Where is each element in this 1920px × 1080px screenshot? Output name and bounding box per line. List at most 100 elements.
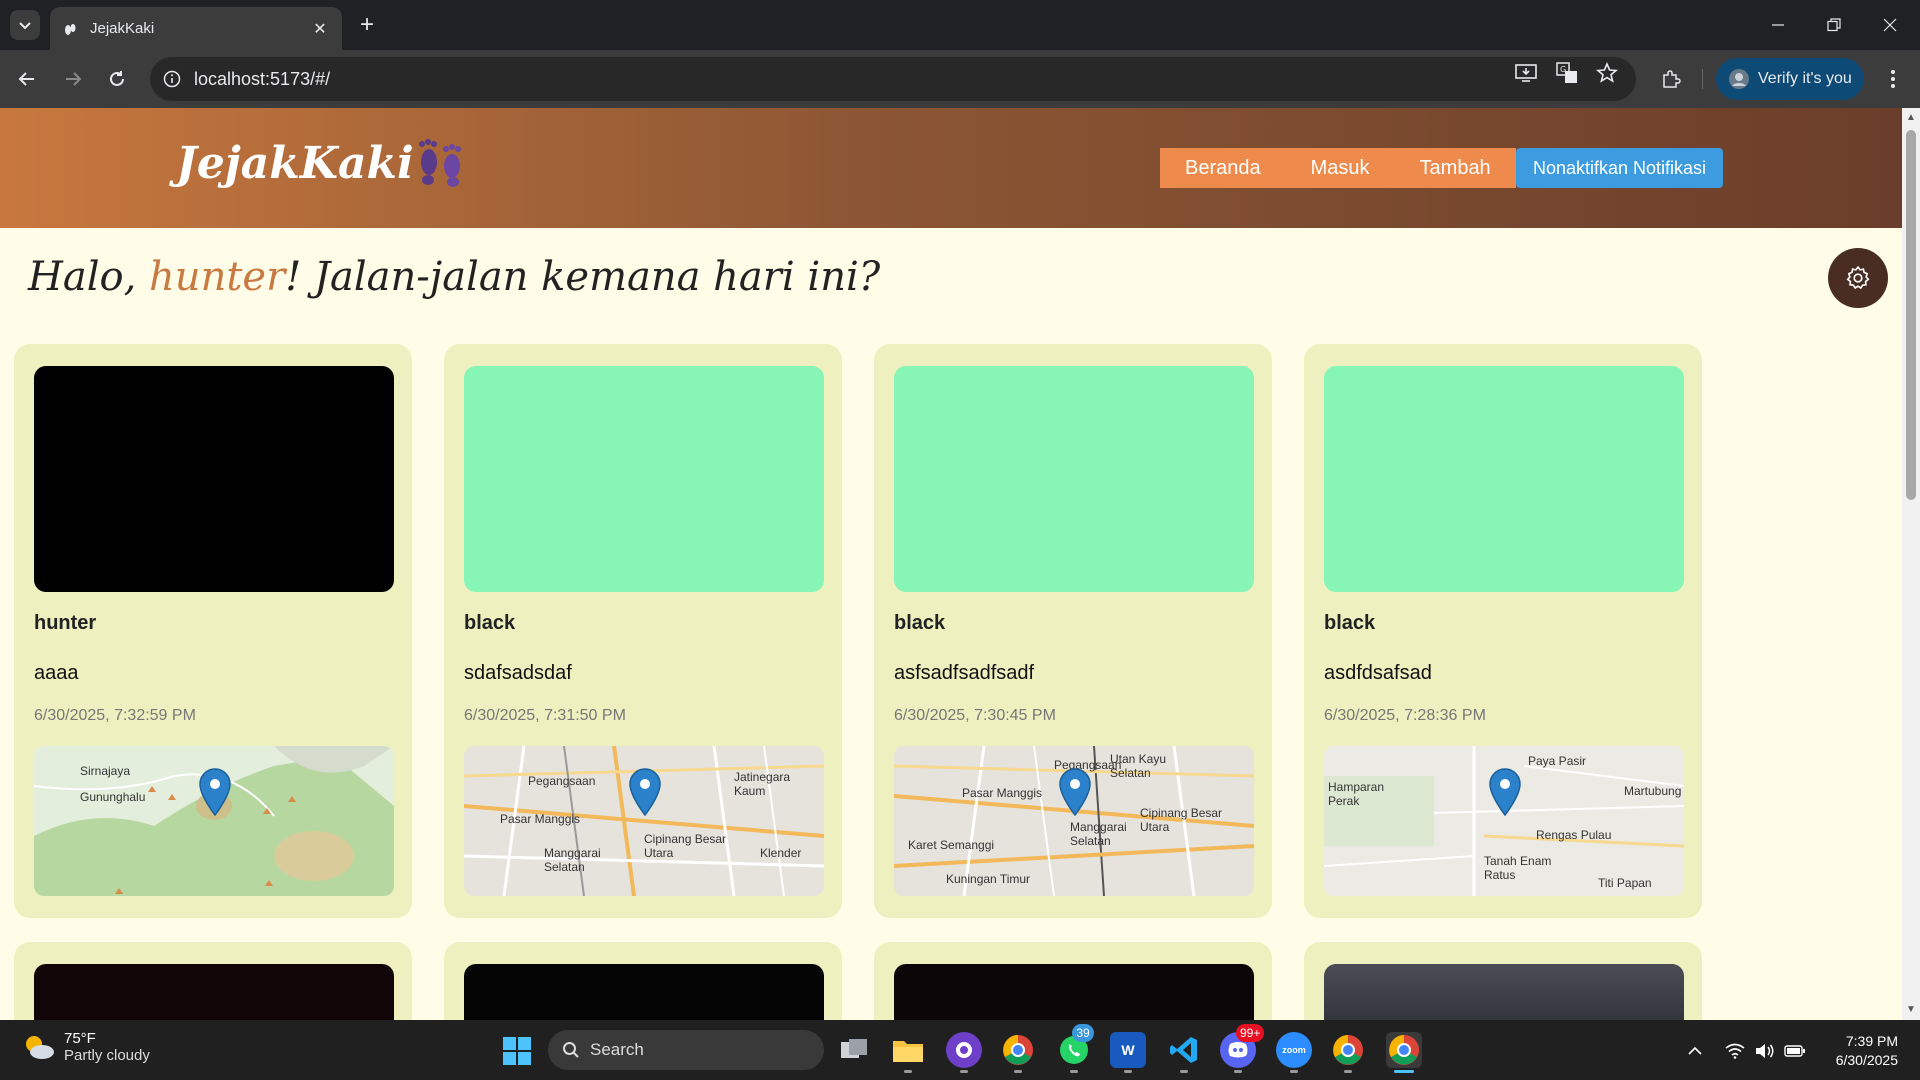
map-label: Karet Semanggi — [908, 838, 995, 852]
map-label: Hamparan Perak — [1328, 780, 1385, 808]
tab-close-icon[interactable]: ✕ — [310, 19, 330, 39]
page-scrollbar[interactable]: ▲ ▼ — [1902, 108, 1920, 1020]
system-clock[interactable]: 7:39 PM 6/30/2025 — [1818, 1032, 1898, 1070]
map-label: Klender — [760, 846, 802, 860]
map-label: Kuningan Timur — [946, 872, 1031, 886]
story-description: aaaa — [34, 662, 79, 684]
file-explorer-icon[interactable] — [890, 1032, 926, 1068]
story-date: 6/30/2025, 7:30:45 PM — [894, 707, 1056, 724]
reload-button[interactable] — [102, 64, 132, 94]
clock-time: 7:39 PM — [1845, 1033, 1898, 1049]
logo-text: JejakKaki — [176, 137, 414, 189]
story-image — [894, 366, 1254, 592]
window-close-button[interactable] — [1862, 0, 1917, 50]
map-marker-icon[interactable] — [198, 768, 232, 816]
story-card[interactable]: black sdafsadsdaf 6/30/2025, 7:31:50 PM … — [444, 344, 842, 918]
story-card[interactable] — [444, 942, 842, 1020]
battery-icon[interactable] — [1782, 1038, 1808, 1064]
story-card[interactable]: black asdfdsafsad 6/30/2025, 7:28:36 PM … — [1304, 344, 1702, 918]
story-map[interactable]: Sirnajaya Gununghalu — [34, 746, 394, 896]
map-label: Pasar Manggis — [500, 812, 581, 826]
verify-profile-button[interactable]: Verify it's you — [1716, 58, 1864, 100]
story-image — [34, 366, 394, 592]
back-button[interactable] — [12, 64, 42, 94]
greeting-username: hunter — [149, 254, 286, 300]
github-desktop-icon[interactable] — [946, 1032, 982, 1068]
restore-icon — [1826, 18, 1841, 32]
nav-tambah[interactable]: Tambah — [1395, 148, 1516, 188]
new-tab-button[interactable]: + — [352, 10, 382, 40]
running-indicator — [1070, 1070, 1078, 1073]
tab-search-button[interactable] — [10, 10, 40, 40]
map-label: Rengas Pulau — [1536, 828, 1612, 842]
vscode-icon[interactable] — [1166, 1032, 1202, 1068]
story-card[interactable]: black asfsadfsadfsadf 6/30/2025, 7:30:45… — [874, 344, 1272, 918]
story-card[interactable] — [14, 942, 412, 1020]
windows-start-icon[interactable] — [502, 1036, 532, 1066]
minimize-button[interactable] — [1750, 0, 1805, 50]
volume-icon[interactable] — [1752, 1038, 1778, 1064]
disable-notifications-button[interactable]: Nonaktifkan Notifikasi — [1516, 148, 1723, 188]
running-indicator — [960, 1070, 968, 1073]
story-author: black — [1324, 612, 1376, 634]
story-card[interactable] — [1304, 942, 1702, 1020]
app-logo[interactable]: JejakKaki — [176, 136, 468, 190]
site-info-icon[interactable] — [150, 70, 194, 88]
clock-date: 6/30/2025 — [1835, 1052, 1898, 1068]
arrow-right-icon — [66, 72, 82, 86]
nav-masuk[interactable]: Masuk — [1286, 148, 1395, 188]
forward-button[interactable] — [58, 64, 88, 94]
task-view-icon[interactable] — [836, 1032, 872, 1068]
show-hidden-icons-chevron-up-icon[interactable] — [1682, 1038, 1708, 1064]
settings-button[interactable] — [1828, 248, 1888, 308]
address-bar[interactable]: localhost:5173/#/ — [150, 57, 1636, 101]
story-map[interactable]: Hamparan Perak Paya Pasir Martubung Reng… — [1324, 746, 1684, 896]
map-label: Jatinegara Kaum — [734, 770, 791, 798]
tab-jejakkaki[interactable]: JejakKaki ✕ — [50, 7, 342, 50]
story-description: sdafsadsdaf — [464, 662, 572, 684]
page-content: JejakKaki Beranda Masuk Tambah Nonaktifk… — [0, 108, 1902, 1020]
map-marker-icon[interactable] — [628, 768, 662, 816]
whatsapp-badge: 39 — [1072, 1024, 1094, 1042]
scroll-up-icon[interactable]: ▲ — [1905, 112, 1917, 124]
map-label: Sirnajaya — [80, 764, 131, 778]
taskbar-search[interactable]: Search — [548, 1030, 824, 1070]
story-card[interactable] — [874, 942, 1272, 1020]
tab-title: JejakKaki — [90, 20, 155, 37]
minimize-icon — [1771, 24, 1784, 26]
bookmark-star-icon[interactable] — [1594, 60, 1620, 86]
browser-menu-button[interactable] — [1878, 64, 1908, 94]
restore-button[interactable] — [1806, 0, 1861, 50]
zoom-icon[interactable]: zoom — [1276, 1032, 1312, 1068]
story-date: 6/30/2025, 7:28:36 PM — [1324, 707, 1486, 724]
story-description: asdfdsafsad — [1324, 662, 1432, 684]
word-icon[interactable]: W — [1110, 1032, 1146, 1068]
scrollbar-thumb[interactable] — [1906, 130, 1916, 500]
map-marker-icon[interactable] — [1488, 768, 1522, 816]
running-indicator — [1290, 1070, 1298, 1073]
scroll-down-icon[interactable]: ▼ — [1905, 1004, 1917, 1016]
story-map[interactable]: Pegangsaan Jatinegara Kaum Pasar Manggis… — [464, 746, 824, 896]
chrome-icon[interactable] — [1330, 1032, 1366, 1068]
story-card[interactable]: hunter aaaa 6/30/2025, 7:32:59 PM Sirnaj… — [14, 344, 412, 918]
chrome-profile-icon[interactable] — [1000, 1032, 1036, 1068]
greeting-heading: Halo, hunter! Jalan-jalan kemana hari in… — [28, 254, 880, 300]
svg-text:G: G — [1560, 65, 1566, 74]
story-map[interactable]: Pegangsaan Utan Kayu Selatan Pasar Mangg… — [894, 746, 1254, 896]
translate-icon[interactable]: G — [1554, 60, 1580, 86]
nav-beranda[interactable]: Beranda — [1160, 148, 1286, 188]
greeting-prefix: Halo, — [28, 254, 150, 300]
chrome-active-icon[interactable] — [1386, 1032, 1422, 1068]
weather-widget[interactable]: 75°F Partly cloudy — [22, 1030, 150, 1064]
search-icon — [563, 1042, 579, 1058]
map-marker-icon[interactable] — [1058, 768, 1092, 816]
arrow-left-icon — [18, 72, 34, 86]
install-app-icon[interactable] — [1513, 60, 1539, 86]
footprint-favicon-icon — [65, 23, 76, 35]
puzzle-icon — [1663, 70, 1681, 88]
main-nav: Beranda Masuk Tambah — [1160, 148, 1516, 188]
extensions-button[interactable] — [1656, 64, 1686, 94]
search-placeholder: Search — [590, 1040, 644, 1059]
wifi-icon[interactable] — [1722, 1038, 1748, 1064]
story-date: 6/30/2025, 7:31:50 PM — [464, 707, 626, 724]
